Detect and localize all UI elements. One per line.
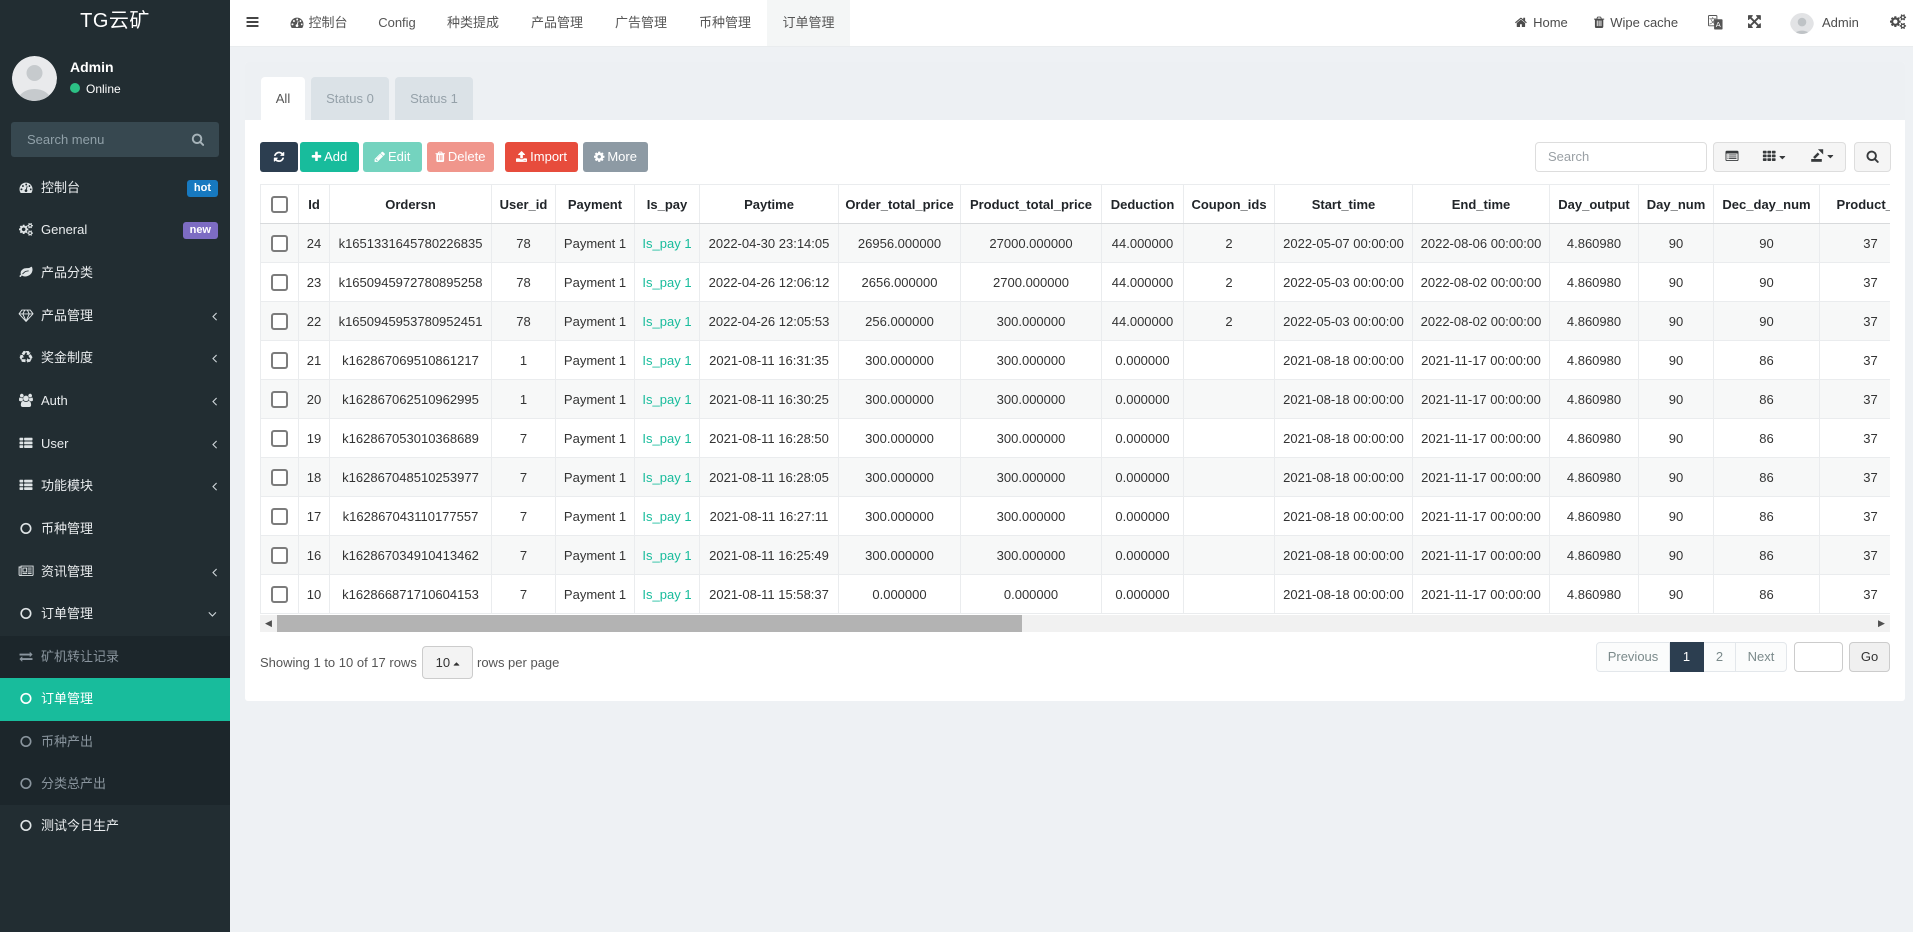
svg-text:A: A xyxy=(1716,20,1721,29)
